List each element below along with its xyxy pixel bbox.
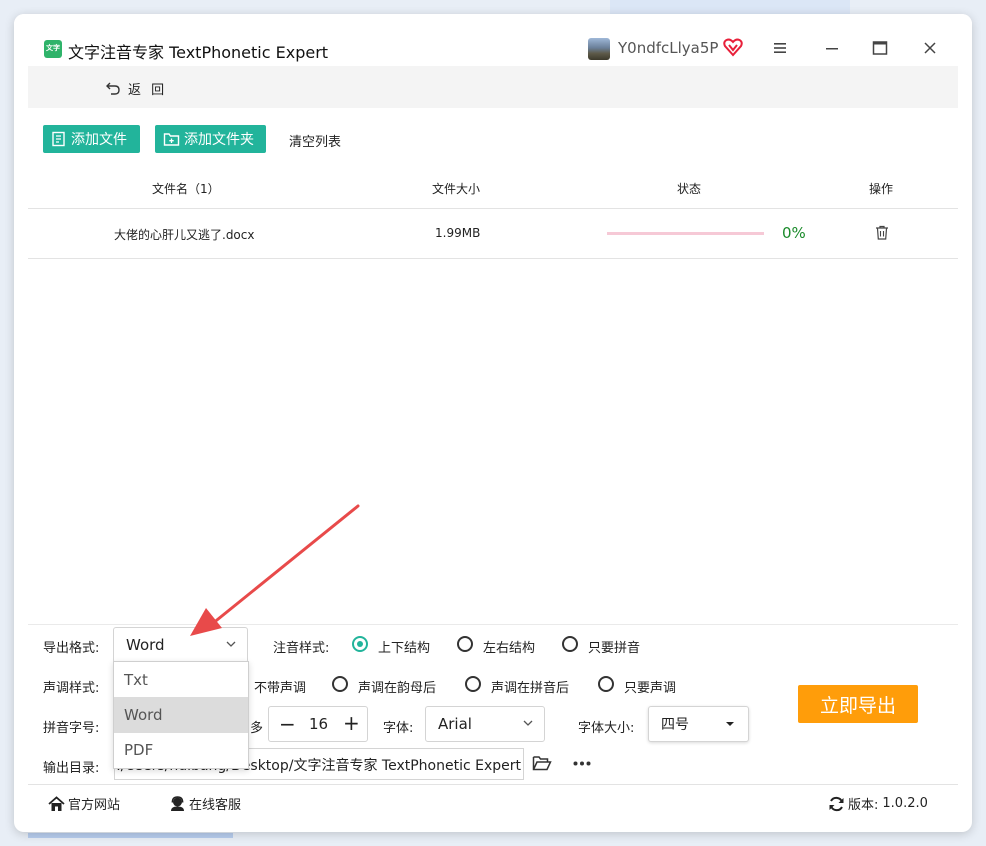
add-file-icon xyxy=(52,131,65,147)
font-value: Arial xyxy=(438,715,472,733)
radio-phonetic-top-bottom-label[interactable]: 上下结构 xyxy=(378,637,430,656)
export-format-dropdown: Txt Word PDF xyxy=(113,661,249,769)
progress-percent: 0% xyxy=(782,224,806,242)
divider xyxy=(28,784,958,785)
radio-phonetic-left-right-label[interactable]: 左右结构 xyxy=(483,637,535,656)
refresh-icon[interactable] xyxy=(828,796,845,812)
background-decoration xyxy=(610,0,850,14)
export-format-value: Word xyxy=(126,636,165,654)
font-select[interactable]: Arial xyxy=(425,706,545,742)
chevron-down-icon xyxy=(523,720,533,726)
back-icon[interactable] xyxy=(106,81,120,95)
pinyin-size-partial-label: 多 xyxy=(250,721,264,736)
avatar[interactable] xyxy=(588,38,610,60)
more-icon[interactable] xyxy=(573,761,591,766)
export-format-select[interactable]: Word xyxy=(113,627,248,663)
app-window: 文字 文字注音专家 TextPhonetic Expert Y0ndfcLlya… xyxy=(14,14,972,832)
pinyin-size-stepper: − 16 + xyxy=(268,706,368,742)
font-size-select[interactable]: 四号 xyxy=(648,706,749,742)
folder-open-icon[interactable] xyxy=(532,755,552,771)
dropdown-option-txt[interactable]: Txt xyxy=(114,662,248,698)
add-folder-button[interactable]: 添加文件夹 xyxy=(155,125,266,153)
add-file-button[interactable]: 添加文件 xyxy=(43,125,140,153)
back-button[interactable]: 返 回 xyxy=(128,79,167,98)
column-header-size: 文件大小 xyxy=(432,182,481,196)
export-format-label: 导出格式: xyxy=(43,641,100,656)
chevron-down-icon xyxy=(226,641,236,647)
trash-icon[interactable] xyxy=(875,225,889,240)
radio-tone-after-final[interactable] xyxy=(332,676,348,692)
font-size-value: 四号 xyxy=(661,717,689,733)
version-value: 1.0.2.0 xyxy=(882,796,928,811)
nav-bar: 返 回 xyxy=(28,66,958,108)
radio-tone-only[interactable] xyxy=(598,676,614,692)
radio-tone-only-label[interactable]: 只要声调 xyxy=(624,677,676,696)
radio-phonetic-pinyin-only-label[interactable]: 只要拼音 xyxy=(588,637,640,656)
add-folder-label: 添加文件夹 xyxy=(184,132,254,148)
pinyin-size-value[interactable]: 16 xyxy=(309,715,328,733)
divider xyxy=(28,624,958,625)
app-logo-icon: 文字 xyxy=(44,40,62,58)
radio-tone-after-final-label[interactable]: 声调在韵母后 xyxy=(358,677,436,696)
version-info: 版本: 1.0.2.0 xyxy=(828,794,928,813)
decrement-button[interactable]: − xyxy=(279,712,296,736)
radio-phonetic-top-bottom[interactable] xyxy=(352,636,368,652)
progress-bar xyxy=(607,232,764,235)
close-icon[interactable] xyxy=(922,40,938,56)
radio-phonetic-pinyin-only[interactable] xyxy=(562,636,578,652)
font-label: 字体: xyxy=(383,721,414,736)
font-size-label: 字体大小: xyxy=(578,721,635,736)
app-title: 文字注音专家 TextPhonetic Expert xyxy=(68,43,329,62)
minimize-icon[interactable] xyxy=(824,40,840,56)
divider xyxy=(28,208,958,209)
file-size: 1.99MB xyxy=(435,226,481,240)
add-folder-icon xyxy=(163,133,180,146)
dropdown-option-pdf[interactable]: PDF xyxy=(114,732,248,768)
pinyin-size-label: 拼音字号: xyxy=(43,721,100,736)
column-header-actions: 操作 xyxy=(869,182,894,196)
username[interactable]: Y0ndfcLlya5P xyxy=(618,39,718,57)
radio-tone-after-pinyin-label[interactable]: 声调在拼音后 xyxy=(491,677,569,696)
version-label: 版本: xyxy=(848,798,879,813)
column-header-status: 状态 xyxy=(677,182,702,196)
home-icon xyxy=(48,795,65,811)
maximize-icon[interactable] xyxy=(872,40,888,56)
official-website-label: 官方网站 xyxy=(68,798,121,813)
tone-style-label: 声调样式: xyxy=(43,681,100,696)
increment-button[interactable]: + xyxy=(343,711,360,735)
menu-icon[interactable] xyxy=(772,40,788,56)
background-decoration xyxy=(28,833,233,838)
add-file-label: 添加文件 xyxy=(71,132,127,148)
dropdown-option-word[interactable]: Word xyxy=(114,697,248,733)
divider xyxy=(28,258,958,259)
caret-down-icon xyxy=(726,722,734,726)
radio-tone-none-label[interactable]: 不带声调 xyxy=(254,677,306,696)
support-icon xyxy=(171,795,184,811)
radio-tone-after-pinyin[interactable] xyxy=(465,676,481,692)
vip-heart-icon[interactable] xyxy=(722,36,744,58)
official-website-link[interactable]: 官方网站 xyxy=(48,794,120,813)
output-dir-label: 输出目录: xyxy=(43,761,100,776)
radio-phonetic-left-right[interactable] xyxy=(457,636,473,652)
clear-list-button[interactable]: 清空列表 xyxy=(289,131,341,150)
phonetic-style-label: 注音样式: xyxy=(273,641,330,656)
online-support-link[interactable]: 在线客服 xyxy=(169,794,241,813)
online-support-label: 在线客服 xyxy=(189,798,242,813)
column-header-filename: 文件名（1） xyxy=(152,182,220,196)
file-name: 大佬的心肝儿又逃了.docx xyxy=(114,228,255,242)
export-now-button[interactable]: 立即导出 xyxy=(798,685,918,723)
